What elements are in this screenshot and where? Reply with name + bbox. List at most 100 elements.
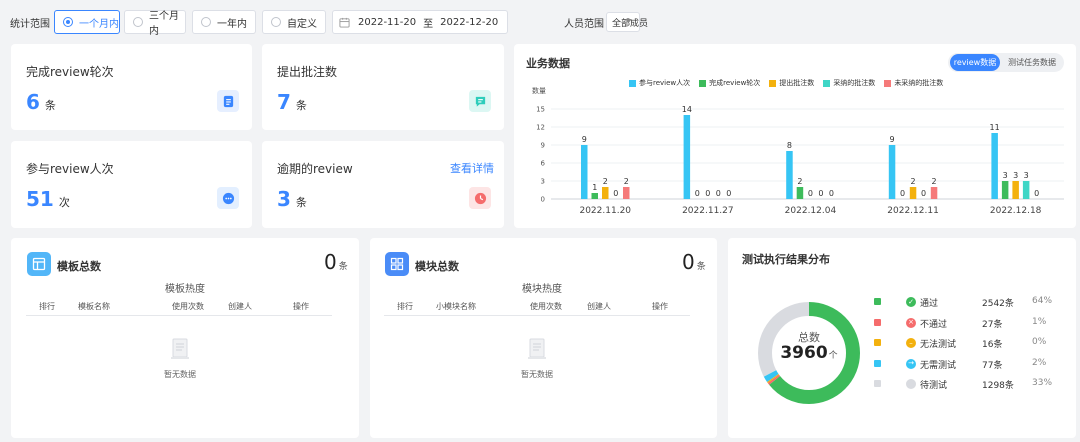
radio-unchecked-icon xyxy=(133,17,143,27)
chart-bar[interactable] xyxy=(623,187,630,199)
card-overdue: 逾期的review 查看详情 3 条 xyxy=(262,141,504,228)
date-start: 2022-11-20 xyxy=(358,16,417,28)
table-header: 排行 小模块名称 使用次数 创建人 操作 xyxy=(384,298,690,316)
chart-bar[interactable] xyxy=(581,145,588,199)
chart-bar[interactable] xyxy=(1022,181,1030,199)
y-tick-label: 0 xyxy=(541,196,545,204)
empty-state-text: 暂无数据 xyxy=(164,370,196,379)
radio-unchecked-icon xyxy=(201,17,211,27)
panel-title: 测试执行结果分布 xyxy=(742,253,830,266)
result-row[interactable]: ✓ 通过 2542条 64% xyxy=(874,295,1064,309)
result-percent: 2% xyxy=(1032,357,1047,368)
x-tick-label: 2022.12.11 xyxy=(887,206,939,216)
chart-bar[interactable] xyxy=(602,187,609,199)
card-value-number: 51 xyxy=(26,187,54,211)
date-separator: 至 xyxy=(423,18,434,30)
date-range-picker[interactable]: 2022-11-20 至 2022-12-20 xyxy=(332,10,508,34)
result-percent: 1% xyxy=(1032,316,1047,327)
result-count: 16条 xyxy=(982,340,1003,350)
bar-value-label: 2 xyxy=(932,177,937,186)
card-annotations: 提出批注数 7 条 xyxy=(262,44,504,130)
radio-custom[interactable]: 自定义 xyxy=(262,10,326,34)
toggle-test-task-data[interactable]: 测试任务数据 xyxy=(1002,54,1062,71)
radio-one-year[interactable]: 一年内 xyxy=(192,10,256,34)
bar-value-label: 0 xyxy=(818,189,823,198)
panel-count-number: 0 xyxy=(682,250,695,274)
card-value-number: 6 xyxy=(26,90,40,114)
column-header: 小模块名称 xyxy=(436,302,476,311)
empty-state-icon xyxy=(528,338,546,359)
bar-value-label: 14 xyxy=(682,105,692,114)
radio-three-months[interactable]: 三个月内 xyxy=(124,10,186,37)
business-data-card: 业务数据 review数据 测试任务数据 参与review人次 完成review轮… xyxy=(514,44,1076,228)
result-label: 通过 xyxy=(920,299,939,309)
chart-bar[interactable] xyxy=(591,193,599,199)
card-value-unit: 条 xyxy=(44,99,56,112)
bar-value-label: 0 xyxy=(1034,189,1039,198)
result-row[interactable]: → 无需测试 77条 2% xyxy=(874,357,1064,371)
chart-title: 业务数据 xyxy=(526,57,570,70)
result-count: 2542条 xyxy=(982,299,1014,309)
bar-value-label: 3 xyxy=(1013,171,1018,180)
x-tick-label: 2022.11.27 xyxy=(682,206,734,216)
bar-value-label: 0 xyxy=(613,189,618,198)
result-count: 77条 xyxy=(982,360,1003,371)
chart-bar[interactable] xyxy=(1001,181,1009,199)
bar-value-label: 9 xyxy=(582,135,587,144)
y-tick-label: 3 xyxy=(541,178,545,186)
toggle-review-data[interactable]: review数据 xyxy=(950,54,1000,71)
template-panel: 模板总数 0条 模板热度 排行 模板名称 使用次数 创建人 操作 暂无数据 xyxy=(11,238,359,438)
card-review-rounds: 完成review轮次 6 条 xyxy=(11,44,252,130)
result-row[interactable]: × 不通过 27条 1% xyxy=(874,316,1064,330)
member-select[interactable]: 全部成员 xyxy=(606,12,648,32)
panel-count-unit: 条 xyxy=(696,262,706,272)
y-tick-label: 12 xyxy=(536,124,545,132)
minus-icon: – xyxy=(906,338,916,348)
arrow-icon: → xyxy=(906,358,916,369)
chat-bubble-icon xyxy=(217,187,239,209)
card-title: 逾期的review xyxy=(277,162,353,176)
cross-icon: × xyxy=(906,317,916,328)
chart-bar[interactable] xyxy=(786,151,793,199)
bar-value-label: 0 xyxy=(726,189,731,198)
chart-bar[interactable] xyxy=(888,145,896,199)
column-header: 排行 xyxy=(39,302,55,311)
result-row[interactable]: – 无法测试 16条 0% xyxy=(874,336,1064,350)
result-label: 无法测试 xyxy=(920,340,957,350)
chart-bar[interactable] xyxy=(909,187,917,199)
bar-value-label: 0 xyxy=(716,189,721,198)
chart-bar[interactable] xyxy=(991,133,998,199)
layout-icon xyxy=(27,252,51,276)
period-label: 统计范围 xyxy=(10,19,50,30)
card-value-number: 7 xyxy=(277,90,291,114)
document-icon xyxy=(217,90,239,112)
radio-one-month[interactable]: 一个月内 xyxy=(54,10,120,34)
result-label: 不通过 xyxy=(920,319,948,330)
legend-swatch xyxy=(874,380,881,387)
card-participants: 参与review人次 51 次 xyxy=(11,141,252,228)
bar-value-label: 0 xyxy=(921,189,926,198)
chart-bar[interactable] xyxy=(1012,181,1019,199)
legend-swatch xyxy=(874,298,881,305)
card-value: 51 次 xyxy=(26,187,70,211)
card-title: 提出批注数 xyxy=(277,65,338,79)
x-tick-label: 2022.12.18 xyxy=(990,206,1042,216)
result-row[interactable]: 待测试 1298条 33% xyxy=(874,377,1064,391)
column-header: 模板名称 xyxy=(78,302,110,311)
bar-chart: 数量15129630912022022.11.20140 0 0 02022.11.2… xyxy=(532,86,1064,216)
result-label: 无需测试 xyxy=(920,360,957,371)
chart-bar[interactable] xyxy=(930,187,938,199)
legend-swatch xyxy=(874,318,881,326)
bar-value-label: 0 xyxy=(695,189,700,198)
comment-icon xyxy=(469,90,491,112)
chart-bar[interactable] xyxy=(683,115,691,199)
card-value-number: 3 xyxy=(277,187,291,211)
column-header: 操作 xyxy=(293,302,309,311)
chart-bar[interactable] xyxy=(796,187,804,199)
view-details-link[interactable]: 查看详情 xyxy=(450,160,494,176)
bar-value-label: 2 xyxy=(797,177,802,186)
panel-title: 模板总数 xyxy=(57,260,101,273)
member-label: 人员范围 xyxy=(564,19,604,30)
column-header: 创建人 xyxy=(228,302,252,311)
y-tick-label: 15 xyxy=(536,106,545,114)
